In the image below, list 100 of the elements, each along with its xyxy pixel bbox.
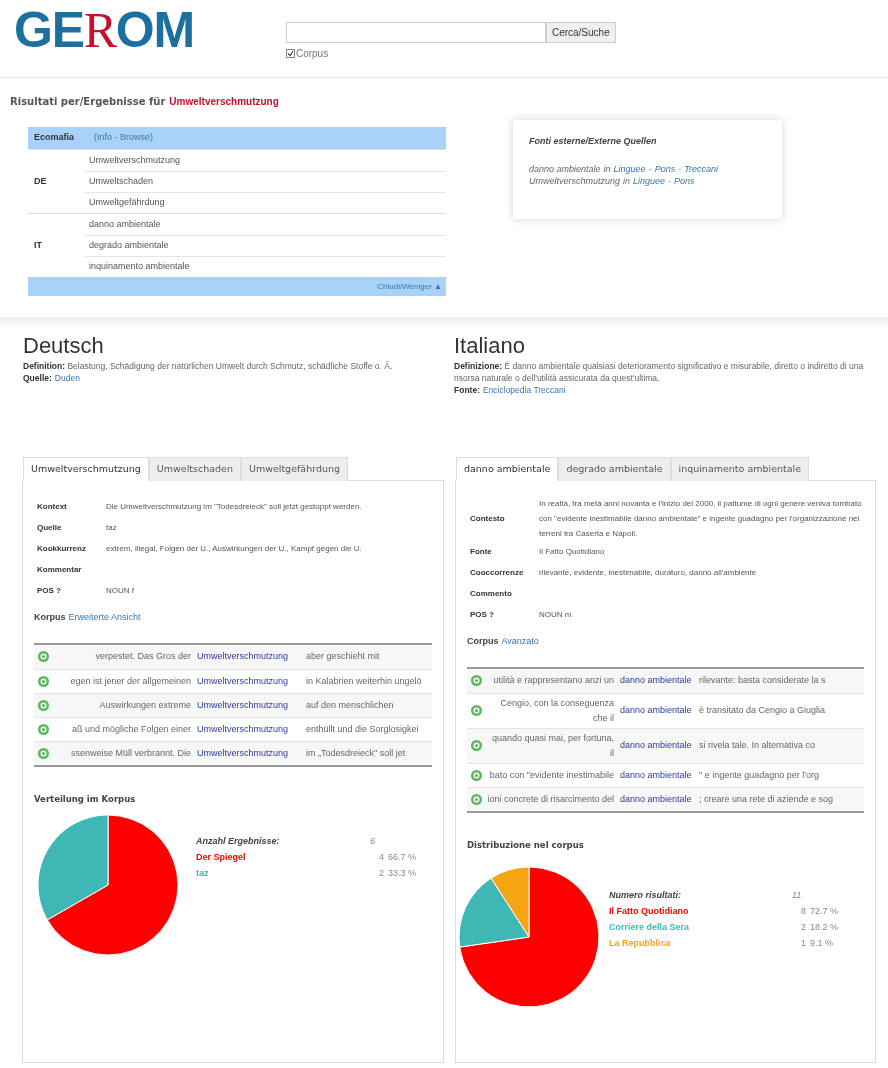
source-link[interactable]: Enciclopedia Treccani [482, 384, 566, 396]
circle-icon[interactable] [38, 747, 49, 759]
tab[interactable]: degrado ambientale [558, 457, 671, 481]
corpus-label: Corpus [467, 635, 499, 648]
table-cell-text: Ecomafia [33, 131, 76, 145]
source-link[interactable]: Duden [54, 372, 80, 384]
tab[interactable]: Umweltverschmutzung [23, 457, 149, 481]
circle-icon[interactable] [38, 675, 49, 687]
checkbox-label: Corpus [295, 47, 329, 61]
circle-icon[interactable] [471, 675, 482, 686]
table-cell[interactable]: Umweltgefährdung [84, 192, 446, 213]
source-text: in [623, 174, 631, 187]
circle-icon[interactable] [38, 699, 49, 711]
table-cell[interactable]: danno ambientale [84, 214, 446, 235]
legend-label: taz [196, 868, 209, 879]
language-heading: Italiano [454, 333, 526, 359]
legend-count: 2 [378, 867, 384, 881]
context-right: si rivela tale. In alternativa co [698, 739, 817, 752]
source-term: Umweltverschmutzung [529, 174, 621, 187]
search-field[interactable] [285, 22, 546, 43]
circle-icon[interactable] [38, 651, 49, 662]
search-button[interactable]: Cerca/Suche [545, 22, 616, 43]
table-cell-text: IT [33, 238, 43, 252]
field-label: POS ? [36, 585, 62, 597]
results-heading: Risultati per/Ergebnisse für [10, 95, 166, 109]
legend-label: Corriere della Sera [609, 922, 690, 933]
field-label: Kontext [36, 501, 68, 513]
legend-percent: 18.2 % [809, 921, 840, 935]
keyword-link[interactable]: danno ambientale [614, 738, 694, 753]
legend-title: Numero risultati: [609, 889, 682, 903]
field-label: Contesto [469, 513, 506, 525]
context-left: aß und mögliche Folgen einer [70, 722, 191, 736]
corpus-label: Korpus [34, 611, 66, 624]
context-left: Auswirkungen extreme [98, 698, 191, 712]
keyword-link[interactable]: Umweltverschmutzung [191, 649, 301, 664]
logo[interactable]: GEROM [0, 0, 194, 77]
definition-text: Definizione: È danno ambientale qualsiasi deterioramento significativo e misurabile, diretto o indiretto di una risorsa naturale o dell'utilità assicurata da quest'ultima. [454, 360, 865, 384]
context-right: " e ingente guadagno per l'org [698, 768, 820, 782]
field-label: Cooccorrenze [469, 567, 525, 579]
circle-icon[interactable] [471, 705, 482, 716]
field-label: POS ? [469, 609, 495, 621]
field-value: taz [106, 522, 117, 534]
legend-label: Der Spiegel [196, 852, 246, 863]
context-right: rilevante: basta considerate la s [698, 674, 827, 687]
circle-icon[interactable] [471, 740, 482, 751]
field-label: Fonte [469, 546, 493, 558]
context-left: quando quasi mai, per fortuna, il [490, 731, 614, 760]
table-cell[interactable]: Umweltschaden [84, 171, 446, 192]
context-right: in Kalabrien weiterhin ungelö [305, 674, 423, 688]
legend-percent: 66.7 % [387, 851, 418, 865]
corpus-link[interactable]: Avanzato [501, 635, 539, 649]
legend-percent: 33.3 % [387, 867, 418, 881]
card-title: Fonti esterne/Externe Quellen [529, 135, 658, 148]
source-link[interactable]: Linguee [633, 174, 666, 187]
circle-icon[interactable] [471, 769, 482, 781]
field-value: NOUN m [539, 609, 572, 621]
field-value: Die Umweltverschmutzung im "Todesdreieck" soll jetzt gestoppt werden. [106, 501, 362, 513]
language-heading: Deutsch [23, 333, 105, 359]
keyword-link[interactable]: Umweltverschmutzung [191, 673, 301, 689]
table-cell[interactable]: degrado ambientale [84, 235, 446, 256]
keyword-link[interactable]: Umweltverschmutzung [191, 721, 301, 737]
field-label: Quelle [36, 522, 63, 534]
keyword-link[interactable]: danno ambientale [614, 703, 694, 718]
search-term: Umweltverschmutzung [169, 95, 279, 109]
context-right: enthüllt und die Sorglosigkei [305, 722, 420, 736]
keyword-link[interactable]: Umweltverschmutzung [191, 745, 301, 761]
field-label: Kookkurrenz [36, 543, 87, 555]
source-link[interactable]: Treccani [684, 162, 718, 175]
legend-count: 1 [800, 937, 806, 951]
legend-count: 8 [800, 905, 806, 919]
tab[interactable]: Umweltschaden [148, 457, 241, 481]
source-term: danno ambientale [529, 162, 601, 175]
context-left: Cengio, con la conseguenza che il [499, 696, 614, 725]
context-left: utilità e rappresentano anzi un [492, 674, 614, 687]
tab[interactable]: inquinamento ambientale [670, 457, 810, 481]
source-text: in [603, 162, 611, 175]
keyword-link[interactable]: danno ambientale [614, 673, 694, 688]
legend-total: 6 [370, 835, 376, 849]
source-link[interactable]: Pons [674, 174, 695, 187]
separator-text: - [678, 162, 682, 175]
section-heading: Distribuzione nel corpus [467, 838, 585, 852]
field-label: Commento [469, 588, 513, 600]
legend-percent: 72.7 % [809, 905, 840, 919]
circle-icon[interactable] [38, 723, 49, 735]
separator-text: - [668, 174, 672, 187]
source-link[interactable]: Linguee [613, 162, 646, 175]
source-link[interactable]: Pons [654, 162, 676, 175]
separator-text: - [648, 162, 652, 175]
corpus-checkbox[interactable] [285, 49, 295, 58]
legend-label: Il Fatto Quotidiano [609, 906, 689, 917]
table-cell[interactable]: Umweltverschmutzung [84, 150, 446, 171]
keyword-link[interactable]: danno ambientale [614, 767, 694, 783]
circle-icon[interactable] [471, 793, 482, 805]
tab[interactable]: danno ambientale [456, 457, 559, 481]
corpus-link[interactable]: Erweiterte Ansicht [68, 611, 141, 625]
tab[interactable]: Umweltgefährdung [240, 457, 348, 481]
context-right: è transitato da Cengio a Giuglia [698, 704, 827, 717]
legend-percent: 9.1 % [809, 937, 834, 951]
keyword-link[interactable]: Umweltverschmutzung [191, 697, 301, 713]
keyword-link[interactable]: danno ambientale [614, 791, 694, 807]
